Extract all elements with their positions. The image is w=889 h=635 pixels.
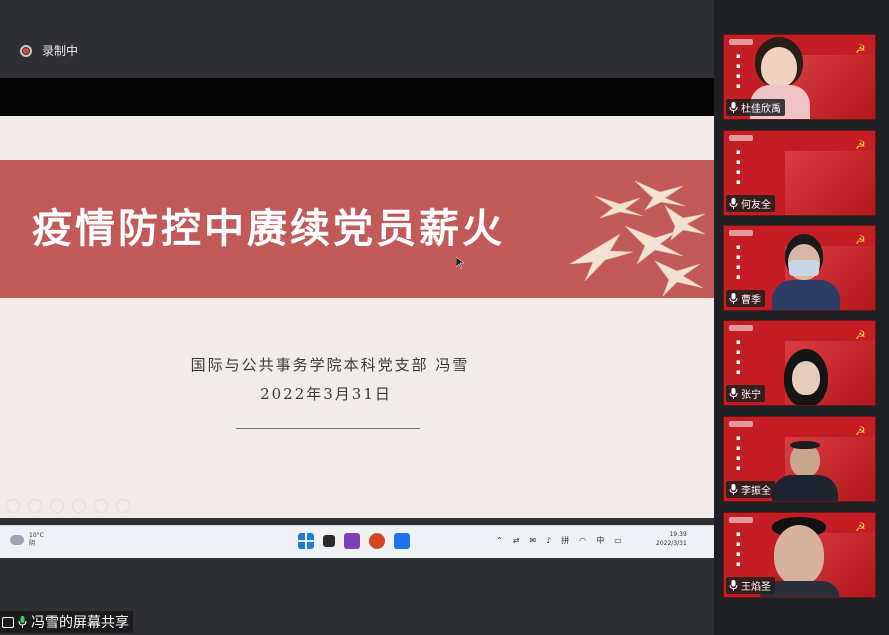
mic-icon xyxy=(18,616,27,628)
slide-subtitle: 国际与公共事务学院本科党支部 冯雪 xyxy=(190,356,470,374)
slide-controls[interactable] xyxy=(6,499,130,513)
participant-name: 李振全 xyxy=(741,486,771,497)
emblem-icon: ☭ xyxy=(855,233,866,247)
shared-slide: 疫情防控中赓续党员薪火 国际与公共事务学院本科党支部 冯雪 2022年3月31日 xyxy=(0,116,714,518)
participant-name: 何友全 xyxy=(741,200,771,211)
mic-icon xyxy=(729,388,738,399)
participant-name: 曹季 xyxy=(741,295,761,306)
avatar-face xyxy=(774,525,824,585)
mail-icon[interactable]: ✉ xyxy=(529,536,536,545)
chevron-up-icon[interactable]: ⌃ xyxy=(496,536,503,545)
slide-title: 疫情防控中赓续党员薪火 xyxy=(32,205,505,252)
school-logo xyxy=(729,421,753,427)
weather-icon xyxy=(10,535,24,545)
network-icon[interactable]: ⇄ xyxy=(513,536,520,545)
participant-tile[interactable]: ☭ ▪ ▪ ▪ ▪ 张宁 xyxy=(723,320,876,406)
ime-lang[interactable]: 中 xyxy=(596,535,604,546)
screen-share-badge: 冯雪的屏幕共享 xyxy=(0,611,133,633)
onenote-icon[interactable] xyxy=(344,533,360,549)
next-slide-icon[interactable] xyxy=(28,499,42,513)
mic-icon xyxy=(729,484,738,495)
slides-grid-icon[interactable] xyxy=(72,499,86,513)
participant-tile[interactable]: ☭ ▪ ▪ ▪ ▪ 何友全 xyxy=(723,130,876,216)
participant-tile[interactable]: ☭ ▪ ▪ ▪ ▪ 杜佳欣禹 xyxy=(723,34,876,120)
emblem-icon: ☭ xyxy=(855,520,866,534)
school-logo xyxy=(729,135,753,141)
slide-divider xyxy=(236,428,420,429)
share-label-text: 冯雪的屏幕共享 xyxy=(31,615,129,631)
face-mask xyxy=(789,260,819,276)
pen-icon[interactable] xyxy=(50,499,64,513)
school-logo xyxy=(729,325,753,331)
weather-temp: 10°C xyxy=(29,532,44,539)
emblem-icon: ☭ xyxy=(855,138,866,152)
background-text: ▪ ▪ ▪ ▪ xyxy=(736,52,741,90)
avatar-body xyxy=(772,475,838,501)
sound-icon[interactable]: ♪ xyxy=(546,536,551,545)
participant-tile[interactable]: ☭ ▪ ▪ ▪ ▪ 王焰圣 xyxy=(723,512,876,598)
wifi-icon[interactable]: ◠ xyxy=(579,536,586,545)
swallows-illustration xyxy=(569,180,706,297)
prev-slide-icon[interactable] xyxy=(6,499,20,513)
zoom-icon[interactable] xyxy=(94,499,108,513)
background-text: ▪ ▪ ▪ ▪ xyxy=(736,434,741,472)
powerpoint-icon[interactable] xyxy=(369,533,385,549)
avatar-face xyxy=(792,361,820,395)
participant-name: 王焰圣 xyxy=(741,582,771,593)
weather-widget[interactable]: 10°C 阴 xyxy=(10,532,44,548)
background-text: ▪ ▪ ▪ ▪ xyxy=(736,530,741,568)
mic-icon xyxy=(729,580,738,591)
background-text: ▪ ▪ ▪ ▪ xyxy=(736,243,741,281)
avatar-body xyxy=(772,280,840,310)
windows-taskbar: 10°C 阴 ⌃ ⇄ ✉ ♪ 拼 ◠ 中 ▭ 19:39 2022/3/31 xyxy=(0,525,714,558)
participant-name-label: 何友全 xyxy=(726,195,775,212)
background-text: ▪ ▪ ▪ ▪ xyxy=(736,338,741,376)
letterbox-bar xyxy=(0,78,714,116)
participant-name-label: 王焰圣 xyxy=(726,577,775,594)
mic-icon xyxy=(729,102,738,113)
weather-desc: 阴 xyxy=(29,540,36,547)
meeting-app-icon[interactable] xyxy=(394,533,410,549)
background-building xyxy=(785,151,875,215)
participant-tile[interactable]: ☭ ▪ ▪ ▪ ▪ 曹季 xyxy=(723,225,876,311)
system-tray: ⌃ ⇄ ✉ ♪ 拼 ◠ 中 ▭ xyxy=(496,535,622,546)
record-icon xyxy=(20,44,32,57)
windows-start-icon[interactable] xyxy=(298,533,314,549)
avatar-hair xyxy=(790,441,820,449)
main-stage: 录制中 疫情防控中赓续党员薪火 国际与公共事务学院本科党支部 冯雪 2022年3… xyxy=(0,0,714,635)
participant-tile[interactable]: ☭ ▪ ▪ ▪ ▪ 李振全 xyxy=(723,416,876,502)
participant-name: 杜佳欣禹 xyxy=(741,104,781,115)
clock-date: 2022/3/31 xyxy=(656,540,687,547)
school-logo xyxy=(729,39,753,45)
school-logo xyxy=(729,517,753,523)
participant-name: 张宁 xyxy=(741,390,761,401)
emblem-icon: ☭ xyxy=(855,424,866,438)
taskbar-clock[interactable]: 19:39 2022/3/31 xyxy=(656,530,687,548)
participant-name-label: 李振全 xyxy=(726,481,775,498)
participant-name-label: 张宁 xyxy=(726,385,765,402)
avatar-face xyxy=(761,47,797,87)
participant-name-label: 杜佳欣禹 xyxy=(726,99,785,116)
more-icon[interactable] xyxy=(116,499,130,513)
participant-name-label: 曹季 xyxy=(726,290,765,307)
mic-icon xyxy=(729,198,738,209)
slide-date: 2022年3月31日 xyxy=(260,385,392,403)
background-text: ▪ ▪ ▪ ▪ xyxy=(736,148,741,186)
ime-pinyin[interactable]: 拼 xyxy=(561,535,569,546)
mouse-cursor-icon xyxy=(456,257,464,269)
school-logo xyxy=(729,230,753,236)
mic-icon xyxy=(729,293,738,304)
share-screen-icon xyxy=(2,616,14,628)
emblem-icon: ☭ xyxy=(855,328,866,342)
battery-icon[interactable]: ▭ xyxy=(614,536,622,545)
recording-label: 录制中 xyxy=(42,44,79,58)
emblem-icon: ☭ xyxy=(855,42,866,56)
recording-indicator[interactable]: 录制中 xyxy=(20,42,78,59)
task-view-icon[interactable] xyxy=(323,535,335,547)
clock-time: 19:39 xyxy=(669,531,687,538)
